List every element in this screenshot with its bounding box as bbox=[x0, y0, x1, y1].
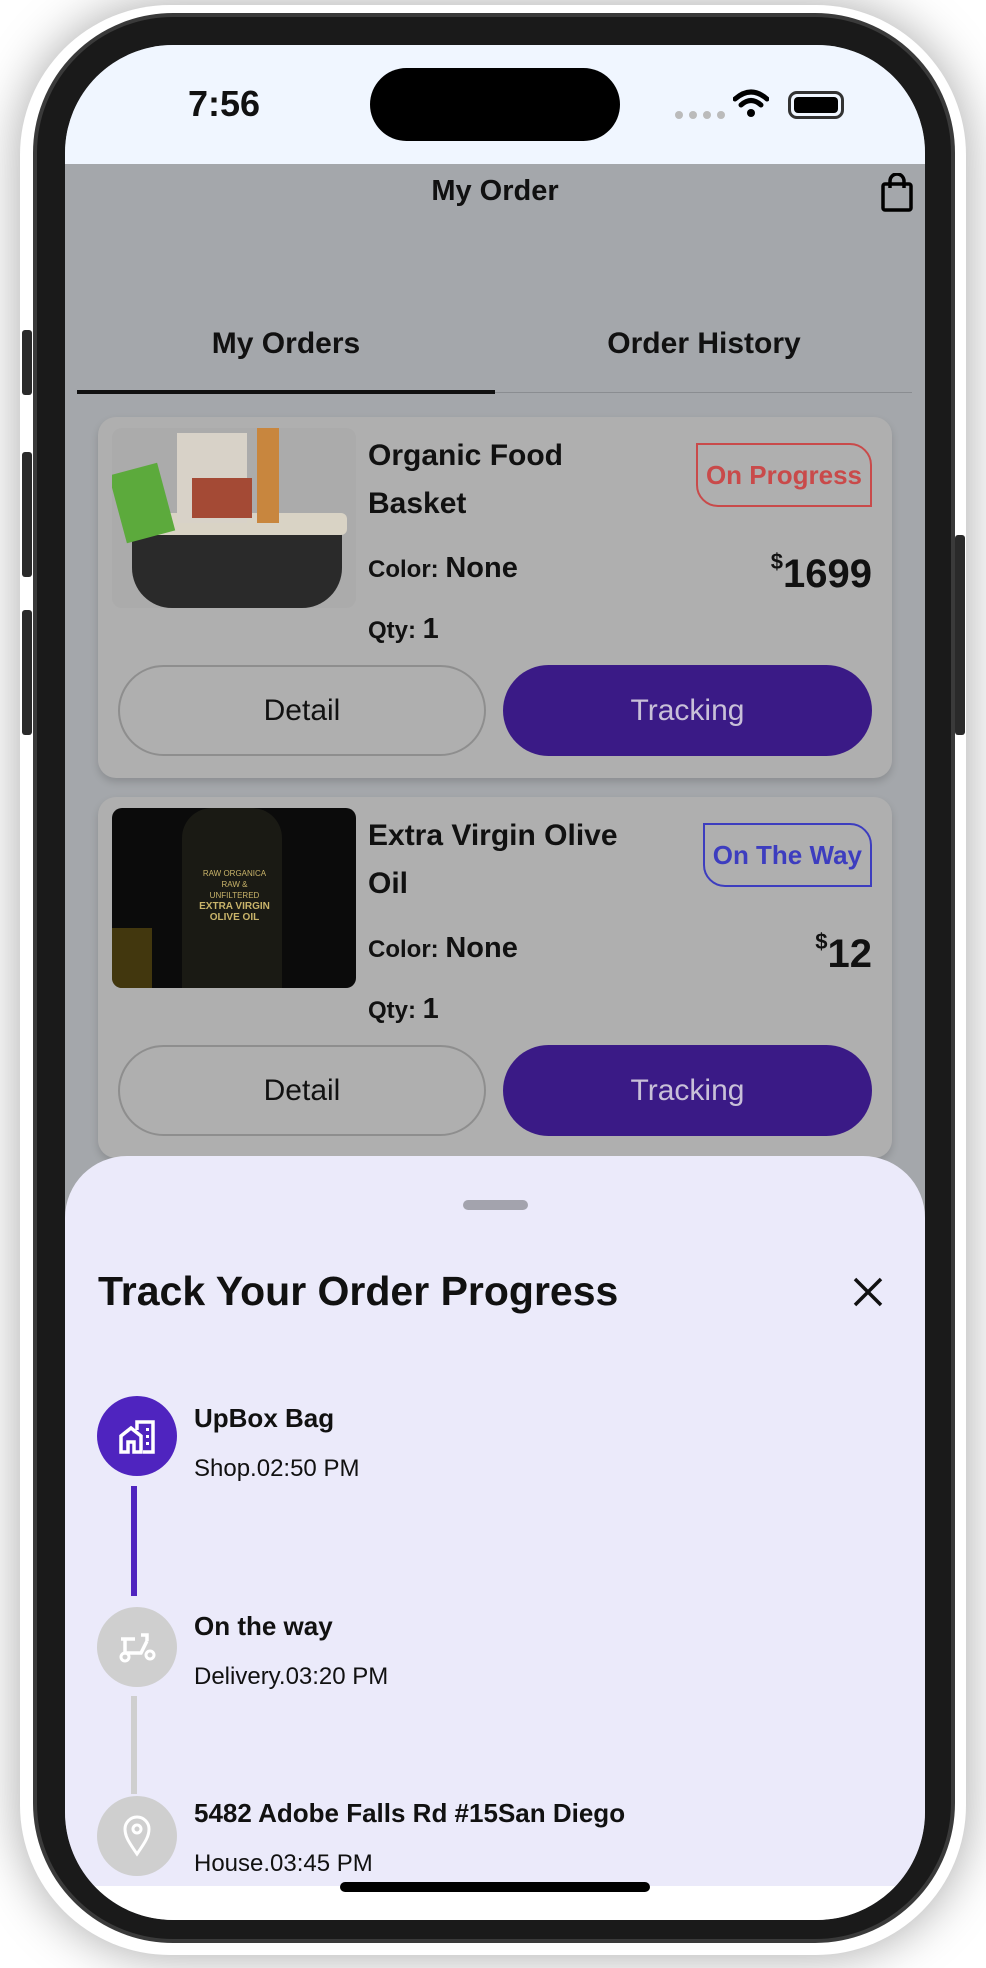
color-value: None bbox=[445, 932, 518, 964]
power-button bbox=[955, 535, 965, 735]
qty-label: Qty: bbox=[368, 617, 416, 644]
product-image-food-basket bbox=[112, 428, 356, 608]
step-location-icon bbox=[97, 1796, 177, 1876]
price: $1699 bbox=[771, 549, 872, 597]
drag-handle[interactable] bbox=[463, 1200, 528, 1210]
step-name: 5482 Adobe Falls Rd #15San Diego bbox=[194, 1798, 626, 1828]
step-scooter-icon bbox=[97, 1607, 177, 1687]
status-badge: On The Way bbox=[702, 823, 872, 887]
status-badge: On Progress bbox=[695, 443, 872, 507]
product-name: Extra Virgin Olive Oil bbox=[368, 819, 618, 900]
order-card: RAW ORGANICA RAW & UNFILTERED EXTRA VIRGIN… bbox=[98, 797, 892, 1158]
status-bar: 7:56 bbox=[65, 45, 925, 164]
screen: 7:56 My Order My Orders Order History Or… bbox=[65, 45, 925, 1920]
product-name: Organic Food Basket bbox=[368, 439, 563, 520]
detail-button[interactable]: Detail bbox=[118, 665, 486, 756]
location-pin-icon bbox=[123, 1815, 151, 1857]
detail-button[interactable]: Detail bbox=[118, 1045, 486, 1136]
color-label: Color: bbox=[368, 556, 439, 583]
tracking-button[interactable]: Tracking bbox=[503, 665, 872, 756]
page-title: My Order bbox=[431, 175, 559, 207]
step-name: UpBox Bag bbox=[194, 1403, 335, 1433]
qty-info: Qty: 1 bbox=[368, 613, 439, 646]
shopping-bag-icon[interactable] bbox=[880, 173, 914, 213]
price: $12 bbox=[815, 929, 872, 977]
signal-icon bbox=[675, 111, 725, 119]
timeline-connector-done bbox=[131, 1486, 137, 1596]
sheet-title: Track Your Order Progress bbox=[98, 1268, 619, 1314]
home-indicator[interactable] bbox=[340, 1882, 650, 1892]
qty-label: Qty: bbox=[368, 997, 416, 1024]
step-name: On the way bbox=[194, 1611, 333, 1641]
order-card: Organic Food Basket On Progress Color: N… bbox=[98, 417, 892, 778]
wifi-icon bbox=[733, 89, 769, 117]
currency-symbol: $ bbox=[770, 549, 784, 574]
color-info: Color: None bbox=[368, 552, 518, 585]
status-time: 7:56 bbox=[188, 83, 261, 124]
dynamic-island bbox=[370, 68, 620, 141]
volume-down-button bbox=[22, 610, 32, 735]
color-label: Color: bbox=[368, 936, 439, 963]
step-subtitle: Shop.02:50 PM bbox=[194, 1455, 360, 1482]
step-subtitle: House.03:45 PM bbox=[194, 1850, 373, 1877]
building-icon bbox=[119, 1420, 155, 1454]
tracking-button[interactable]: Tracking bbox=[503, 1045, 872, 1136]
qty-value: 1 bbox=[422, 993, 439, 1025]
olive-oil-label: RAW ORGANICA RAW & UNFILTERED EXTRA VIRGIN… bbox=[199, 869, 270, 923]
price-value: 12 bbox=[827, 932, 873, 976]
step-building-icon bbox=[97, 1396, 177, 1476]
close-icon[interactable] bbox=[852, 1276, 884, 1308]
battery-icon bbox=[788, 91, 844, 119]
qty-value: 1 bbox=[422, 613, 439, 645]
color-value: None bbox=[445, 552, 518, 584]
tab-my-orders[interactable]: My Orders bbox=[77, 327, 495, 361]
qty-info: Qty: 1 bbox=[368, 993, 439, 1026]
tab-order-history[interactable]: Order History bbox=[495, 327, 913, 361]
volume-up-button bbox=[22, 452, 32, 577]
product-image-olive-oil: RAW ORGANICA RAW & UNFILTERED EXTRA VIRGIN… bbox=[112, 808, 356, 988]
step-subtitle: Delivery.03:20 PM bbox=[194, 1663, 389, 1690]
tab-indicator bbox=[77, 390, 495, 394]
scooter-icon bbox=[119, 1633, 156, 1663]
timeline-connector bbox=[131, 1696, 137, 1794]
mute-switch bbox=[22, 330, 32, 395]
tracking-bottom-sheet: Track Your Order Progress UpBox Bag Shop… bbox=[65, 1156, 925, 1886]
currency-symbol: $ bbox=[815, 929, 828, 954]
price-value: 1699 bbox=[783, 552, 872, 596]
color-info: Color: None bbox=[368, 932, 518, 965]
